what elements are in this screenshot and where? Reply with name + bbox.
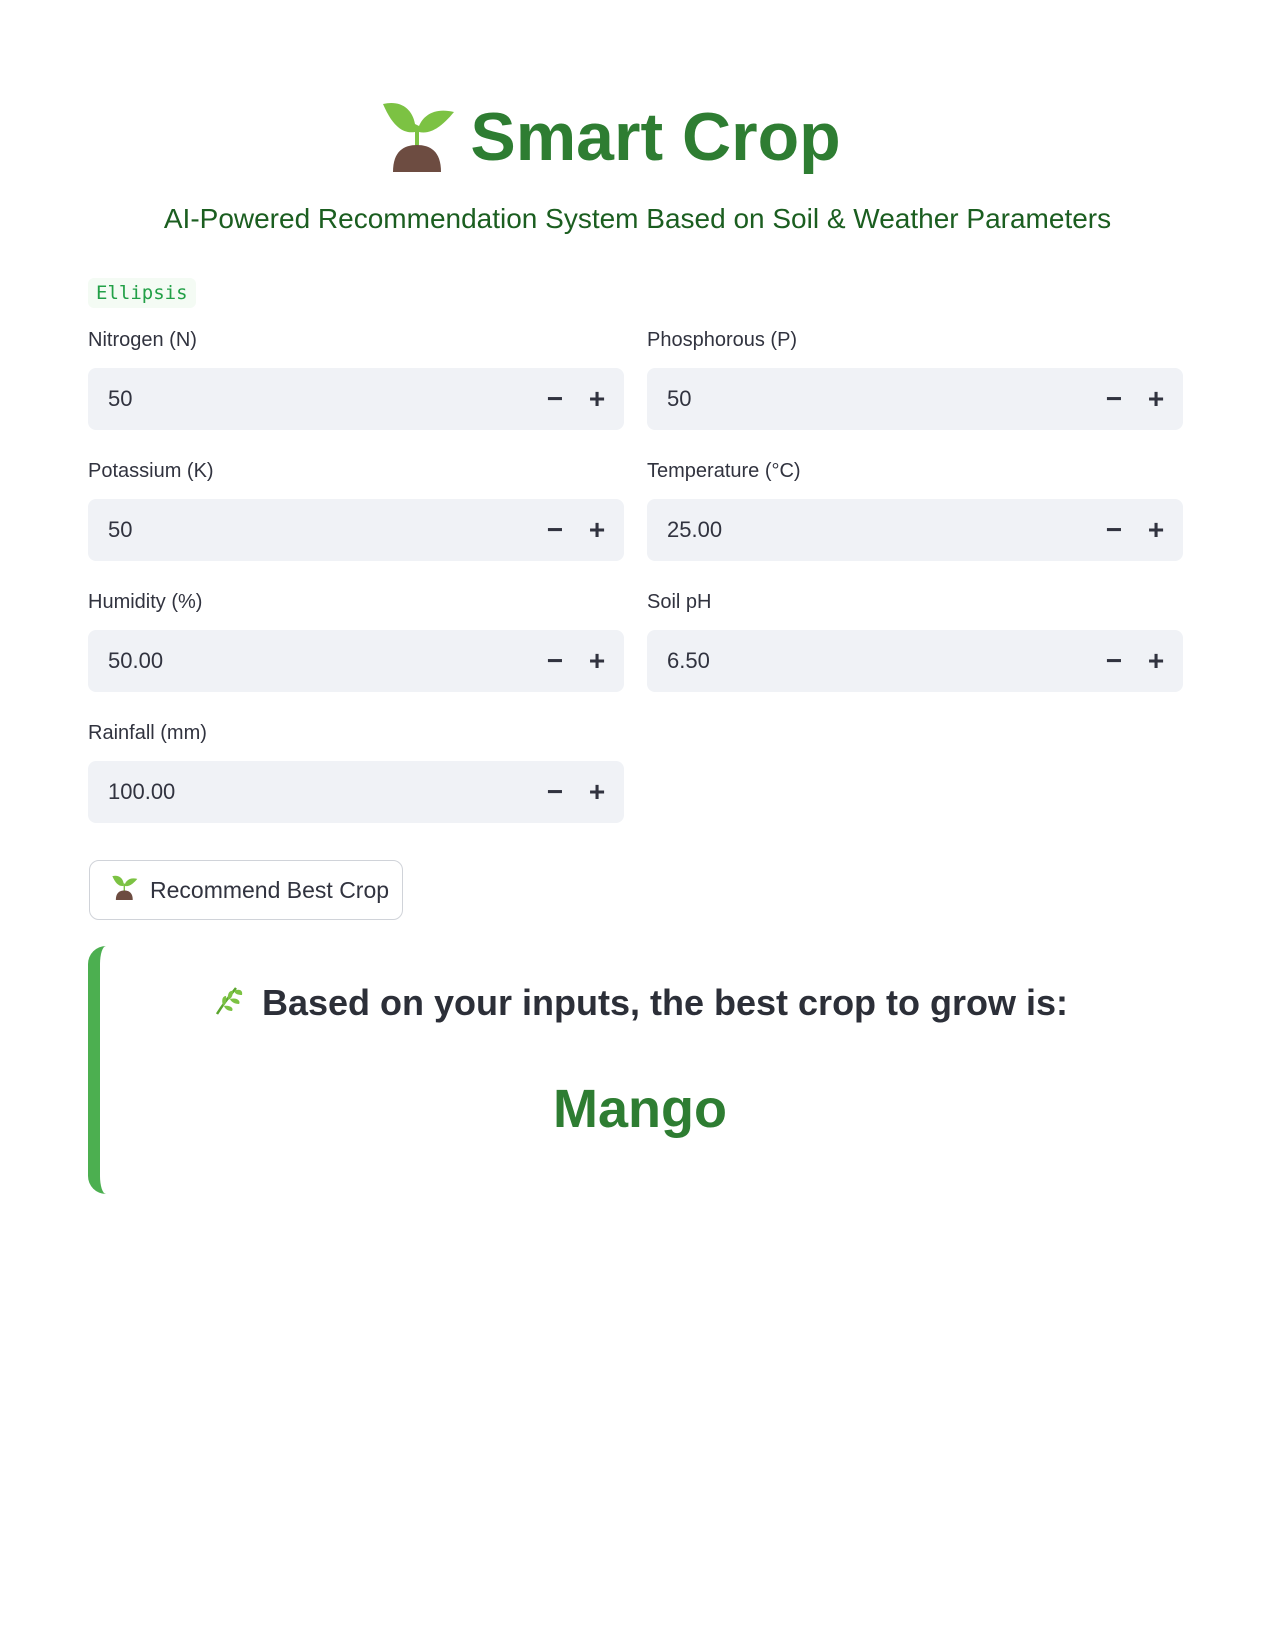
rainfall-label: Rainfall (mm) xyxy=(88,722,207,744)
humidity-label: Humidity (%) xyxy=(88,591,203,613)
phosphorous-input[interactable]: 50 xyxy=(667,386,1093,412)
recommend-best-crop-button[interactable]: Recommend Best Crop xyxy=(89,860,403,920)
rainfall-field: Rainfall (mm) 100.00 − + xyxy=(88,721,624,823)
nitrogen-input-box: 50 − + xyxy=(88,368,624,430)
phosphorous-field: Phosphorous (P) 50 − + xyxy=(647,328,1183,430)
recommended-crop: Mango xyxy=(553,1079,727,1139)
rainfall-input[interactable]: 100.00 xyxy=(108,779,534,805)
soil-ph-decrement-button[interactable]: − xyxy=(1093,630,1135,692)
phosphorous-decrement-button[interactable]: − xyxy=(1093,368,1135,430)
app-header: Smart Crop xyxy=(0,92,1275,182)
result-heading: Based on your inputs, the best crop to g… xyxy=(261,982,1069,1023)
temperature-decrement-button[interactable]: − xyxy=(1093,499,1135,561)
temperature-field: Temperature (°C) 25.00 − + xyxy=(647,459,1183,561)
soil-ph-label: Soil pH xyxy=(647,591,712,613)
temperature-input[interactable]: 25.00 xyxy=(667,517,1093,543)
nitrogen-increment-button[interactable]: + xyxy=(576,368,618,430)
phosphorous-input-box: 50 − + xyxy=(647,368,1183,430)
temperature-input-box: 25.00 − + xyxy=(647,499,1183,561)
potassium-increment-button[interactable]: + xyxy=(576,499,618,561)
title-group: Smart Crop xyxy=(382,98,841,177)
herb-icon xyxy=(212,984,246,1023)
nitrogen-decrement-button[interactable]: − xyxy=(534,368,576,430)
soil-ph-input[interactable]: 6.50 xyxy=(667,648,1093,674)
phosphorous-increment-button[interactable]: + xyxy=(1135,368,1177,430)
humidity-decrement-button[interactable]: − xyxy=(534,630,576,692)
recommendation-result-card: Based on your inputs, the best crop to g… xyxy=(88,946,1180,1194)
potassium-decrement-button[interactable]: − xyxy=(534,499,576,561)
page-title: Smart Crop xyxy=(470,99,841,175)
phosphorous-label: Phosphorous (P) xyxy=(647,329,798,351)
temperature-label: Temperature (°C) xyxy=(647,460,801,482)
result-heading-row: Based on your inputs, the best crop to g… xyxy=(100,982,1180,1024)
humidity-input-box: 50.00 − + xyxy=(88,630,624,692)
page-subtitle: AI-Powered Recommendation System Based o… xyxy=(163,203,1112,234)
soil-ph-input-box: 6.50 − + xyxy=(647,630,1183,692)
humidity-input[interactable]: 50.00 xyxy=(108,648,534,674)
rainfall-input-box: 100.00 − + xyxy=(88,761,624,823)
soil-ph-field: Soil pH 6.50 − + xyxy=(647,590,1183,692)
nitrogen-input[interactable]: 50 xyxy=(108,386,534,412)
seedling-icon xyxy=(382,98,456,177)
rainfall-decrement-button[interactable]: − xyxy=(534,761,576,823)
humidity-increment-button[interactable]: + xyxy=(576,630,618,692)
recommend-button-label: Recommend Best Crop xyxy=(150,876,390,903)
nitrogen-label: Nitrogen (N) xyxy=(88,329,197,351)
nitrogen-field: Nitrogen (N) 50 − + xyxy=(88,328,624,430)
ellipsis-code-chip: Ellipsis xyxy=(88,278,196,308)
potassium-input[interactable]: 50 xyxy=(108,517,534,543)
potassium-input-box: 50 − + xyxy=(88,499,624,561)
humidity-field: Humidity (%) 50.00 − + xyxy=(88,590,624,692)
temperature-increment-button[interactable]: + xyxy=(1135,499,1177,561)
seedling-icon xyxy=(112,874,138,906)
potassium-label: Potassium (K) xyxy=(88,460,214,482)
rainfall-increment-button[interactable]: + xyxy=(576,761,618,823)
soil-ph-increment-button[interactable]: + xyxy=(1135,630,1177,692)
potassium-field: Potassium (K) 50 − + xyxy=(88,459,624,561)
